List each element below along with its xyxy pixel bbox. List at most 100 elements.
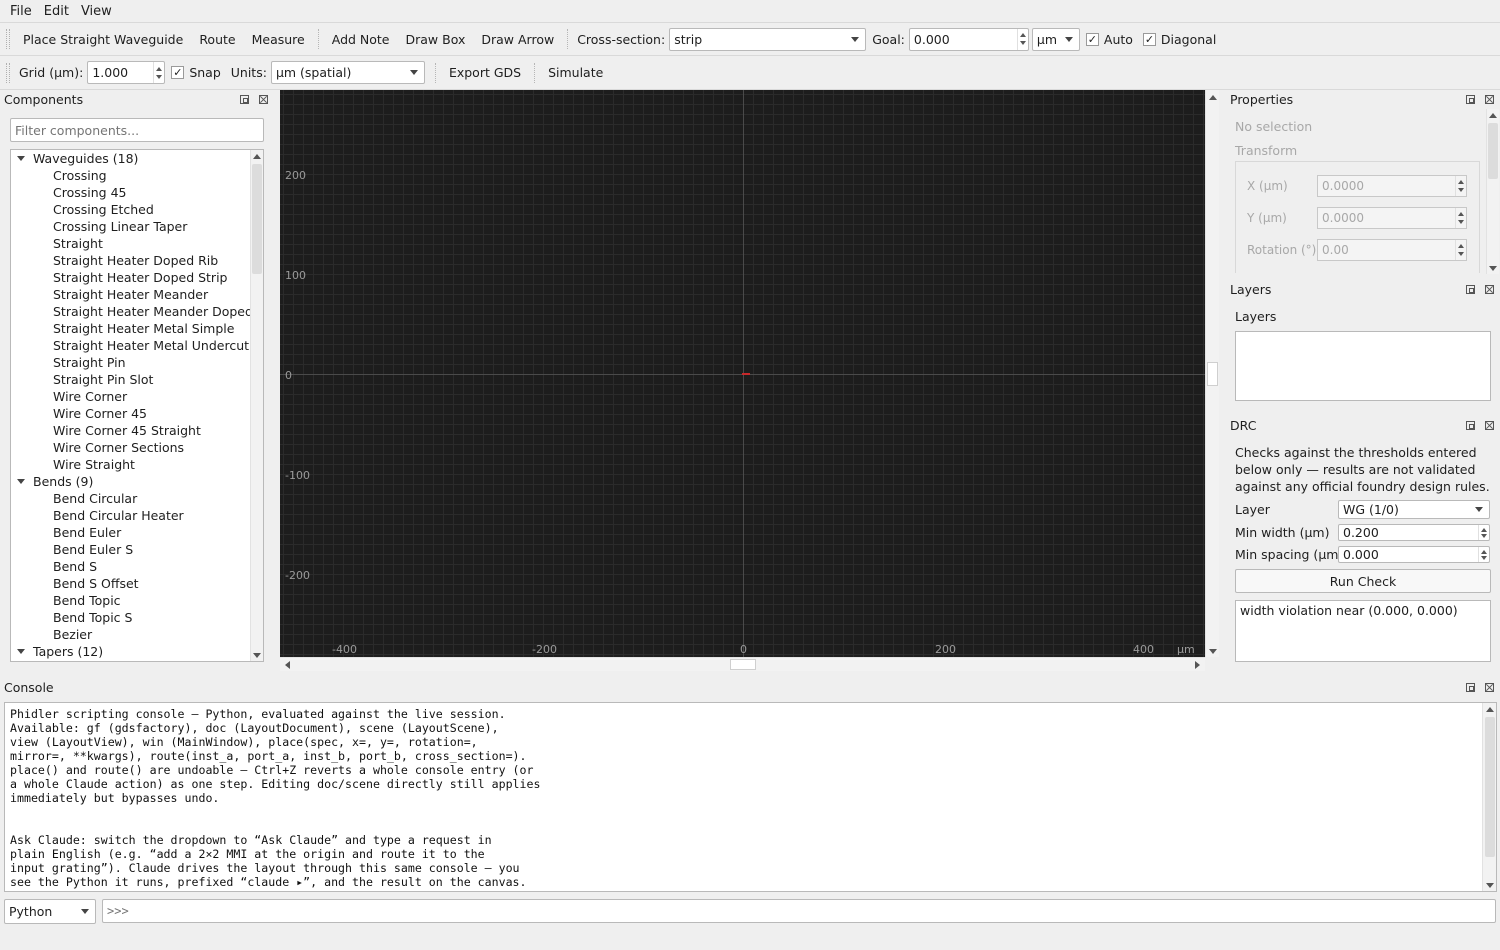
tree-item[interactable]: Crossing Etched [11,201,263,218]
expand-icon[interactable] [17,156,25,161]
layout-canvas[interactable]: 200 100 0 -100 -200 -400 -200 0 200 400 … [280,90,1205,657]
tree-item[interactable]: Straight Heater Doped Rib [11,252,263,269]
layers-list[interactable] [1235,331,1491,401]
add-note-button[interactable]: Add Note [324,32,398,47]
scroll-down-icon[interactable] [1489,266,1497,271]
close-icon[interactable] [259,95,268,104]
tree-item[interactable]: Bend Topic [11,592,263,609]
tree-item[interactable]: Straight Heater Meander Doped [11,303,263,320]
close-icon[interactable] [1485,421,1494,430]
tree-item[interactable]: Bezier [11,626,263,643]
scroll-right-icon[interactable] [1195,661,1200,669]
tree-item[interactable]: Straight Heater Doped Strip [11,269,263,286]
min-spacing-spinbox[interactable]: 0.000 [1338,546,1490,563]
tree-item[interactable]: Straight [11,235,263,252]
tree-item[interactable]: Crossing 45 [11,184,263,201]
diagonal-checkbox[interactable]: ✓ [1142,32,1156,46]
scroll-up-icon[interactable] [1209,95,1217,100]
spin-arrows-icon[interactable] [1455,208,1466,228]
tree-item[interactable]: Straight Heater Metal Undercut [11,337,263,354]
scroll-up-icon[interactable] [1489,113,1497,118]
draw-arrow-button[interactable]: Draw Arrow [473,32,562,47]
close-icon[interactable] [1485,285,1494,294]
close-icon[interactable] [1485,683,1494,692]
canvas-vscrollbar[interactable] [1205,90,1219,657]
place-straight-waveguide-button[interactable]: Place Straight Waveguide [15,32,191,47]
tree-item[interactable]: Wire Corner [11,388,263,405]
close-icon[interactable] [1485,95,1494,104]
tree-item[interactable]: Bend Euler S [11,541,263,558]
tree-item[interactable]: Wire Straight [11,456,263,473]
spin-arrows-icon[interactable] [1016,28,1028,50]
cross-section-dropdown[interactable]: strip [669,27,867,51]
drc-results-box[interactable]: width violation near (0.000, 0.000) [1235,600,1491,662]
spin-arrows-icon[interactable] [1455,176,1466,196]
rotation-field[interactable]: 0.00 [1317,239,1467,261]
tree-scrollbar[interactable] [250,150,263,661]
tree-item[interactable]: Wire Corner 45 Straight [11,422,263,439]
scroll-thumb[interactable] [730,659,756,670]
tree-item[interactable]: Straight Heater Meander [11,286,263,303]
export-gds-button[interactable]: Export GDS [441,65,529,80]
scroll-down-icon[interactable] [1209,649,1217,654]
tree-group-bends[interactable]: Bends (9) [11,473,263,490]
spin-arrows-icon[interactable] [1478,525,1489,540]
float-icon[interactable] [1466,421,1475,430]
measure-button[interactable]: Measure [244,32,313,47]
scroll-left-icon[interactable] [285,661,290,669]
tree-item[interactable]: Bend Topic S [11,609,263,626]
grid-spinbox[interactable]: 1.000 [87,61,166,84]
tree-item[interactable]: Crossing [11,167,263,184]
canvas-hscrollbar[interactable] [280,657,1205,671]
tree-item[interactable]: Bend S [11,558,263,575]
component-filter-input[interactable] [10,118,264,142]
scroll-thumb[interactable] [1207,362,1218,386]
menu-edit[interactable]: Edit [38,4,75,19]
menu-view[interactable]: View [75,4,118,19]
tree-item[interactable]: Bend Circular Heater [11,507,263,524]
simulate-button[interactable]: Simulate [540,65,611,80]
draw-box-button[interactable]: Draw Box [398,32,474,47]
drc-layer-dropdown[interactable]: WG (1/0) [1338,500,1490,519]
auto-checkbox[interactable]: ✓ [1085,32,1099,46]
float-icon[interactable] [1466,683,1475,692]
spin-arrows-icon[interactable] [1455,240,1466,260]
expand-icon[interactable] [17,649,25,654]
tree-item[interactable]: Straight Pin [11,354,263,371]
spin-arrows-icon[interactable] [153,62,164,83]
console-mode-dropdown[interactable]: Python [4,899,96,924]
snap-checkbox[interactable]: ✓ [171,66,185,79]
scroll-thumb[interactable] [1488,123,1498,179]
scroll-down-icon[interactable] [253,653,261,658]
console-scrollbar[interactable] [1482,703,1496,891]
tree-item[interactable]: Bend S Offset [11,575,263,592]
float-icon[interactable] [240,95,249,104]
toolbar-grip[interactable] [6,29,10,49]
tree-item[interactable]: Bend Euler [11,524,263,541]
route-button[interactable]: Route [191,32,243,47]
spin-arrows-icon[interactable] [1478,547,1489,562]
expand-icon[interactable] [17,479,25,484]
float-icon[interactable] [1466,285,1475,294]
x-field[interactable]: 0.0000 [1317,175,1467,197]
tree-group-waveguides[interactable]: Waveguides (18) [11,150,263,167]
tree-item[interactable]: Straight Heater Metal Simple [11,320,263,337]
scroll-thumb[interactable] [252,164,262,274]
tree-item[interactable]: Wire Corner 45 [11,405,263,422]
scroll-down-icon[interactable] [1486,883,1494,888]
units-dropdown[interactable]: µm (spatial) [270,61,425,84]
tree-item[interactable]: Bend Circular [11,490,263,507]
console-output[interactable]: Phidler scripting console — Python, eval… [4,702,1497,892]
toolbar-grip[interactable] [6,62,10,83]
properties-scrollbar[interactable] [1486,109,1499,274]
tree-item[interactable]: Crossing Linear Taper [11,218,263,235]
tree-item[interactable]: Wire Corner Sections [11,439,263,456]
min-width-spinbox[interactable]: 0.200 [1338,524,1490,541]
scroll-up-icon[interactable] [253,154,261,159]
tree-item[interactable]: Straight Pin Slot [11,371,263,388]
scroll-thumb[interactable] [1485,717,1495,857]
tree-group-tapers[interactable]: Tapers (12) [11,643,263,660]
scroll-up-icon[interactable] [1486,707,1494,712]
console-input[interactable] [102,899,1496,923]
float-icon[interactable] [1466,95,1475,104]
